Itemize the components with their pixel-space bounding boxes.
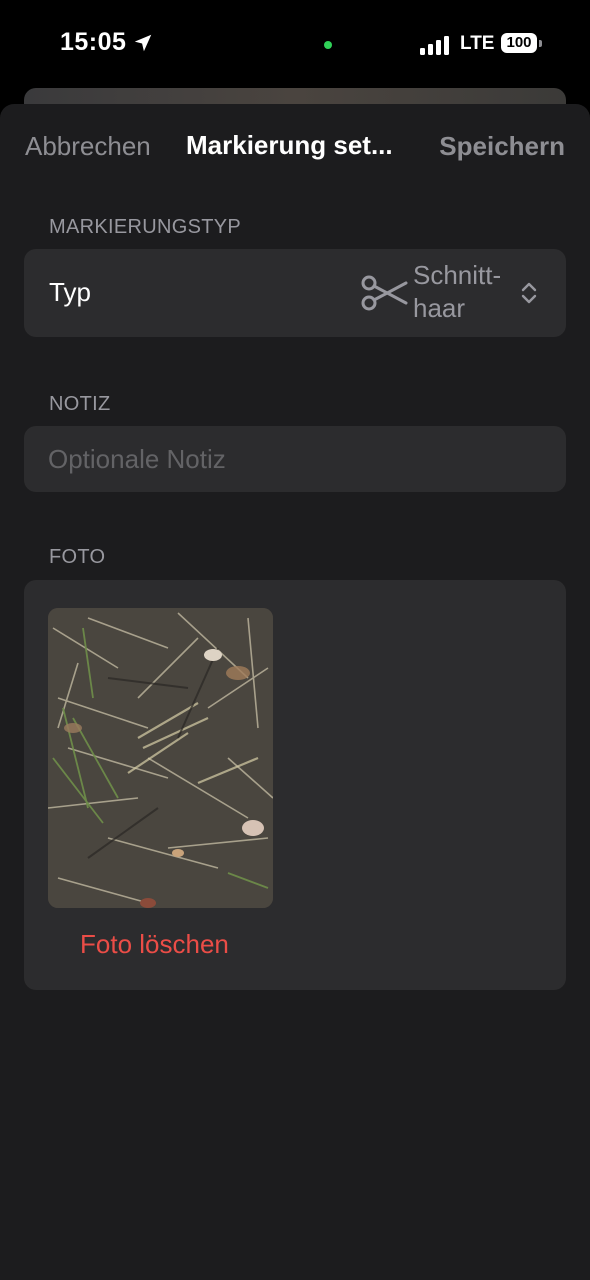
note-input[interactable] [48, 426, 548, 492]
scissors-icon [361, 275, 408, 311]
chevron-up-down-icon [521, 282, 537, 304]
nav-bar: Abbrechen Markierung set... Speichern [0, 104, 590, 188]
battery-icon: 100 [501, 33, 542, 55]
battery-level: 100 [501, 33, 537, 53]
delete-photo-button[interactable]: Foto löschen [80, 929, 229, 960]
status-bar: 15:05 LTE 100 [0, 0, 590, 88]
cancel-button[interactable]: Abbrechen [25, 131, 151, 162]
note-field-container [24, 426, 566, 492]
marker-type-section-header: MARKIERUNGSTYP [49, 216, 242, 238]
photo-section-header: FOTO [49, 546, 106, 568]
location-arrow-icon [134, 34, 152, 52]
nav-title: Markierung set... [186, 130, 393, 160]
marker-type-picker[interactable]: Typ Schnitt- haar [24, 249, 566, 337]
cellular-signal-icon [420, 36, 449, 55]
photo-thumbnail[interactable] [48, 608, 273, 908]
privacy-indicator-dot [324, 41, 332, 49]
type-value-line-1: Schnitt- [413, 260, 502, 290]
status-time: 15:05 [60, 28, 127, 56]
type-value: Schnitt- haar [413, 259, 523, 325]
edit-marker-sheet: Abbrechen Markierung set... Speichern MA… [0, 104, 590, 1280]
photo-group: Foto löschen [24, 580, 566, 990]
type-value-line-2: haar [413, 293, 466, 323]
battery-tip [539, 40, 542, 47]
save-button[interactable]: Speichern [439, 131, 565, 162]
type-row-label: Typ [49, 277, 91, 307]
network-label: LTE [460, 33, 495, 54]
note-section-header: NOTIZ [49, 393, 111, 415]
grass-photo-image [48, 608, 273, 908]
